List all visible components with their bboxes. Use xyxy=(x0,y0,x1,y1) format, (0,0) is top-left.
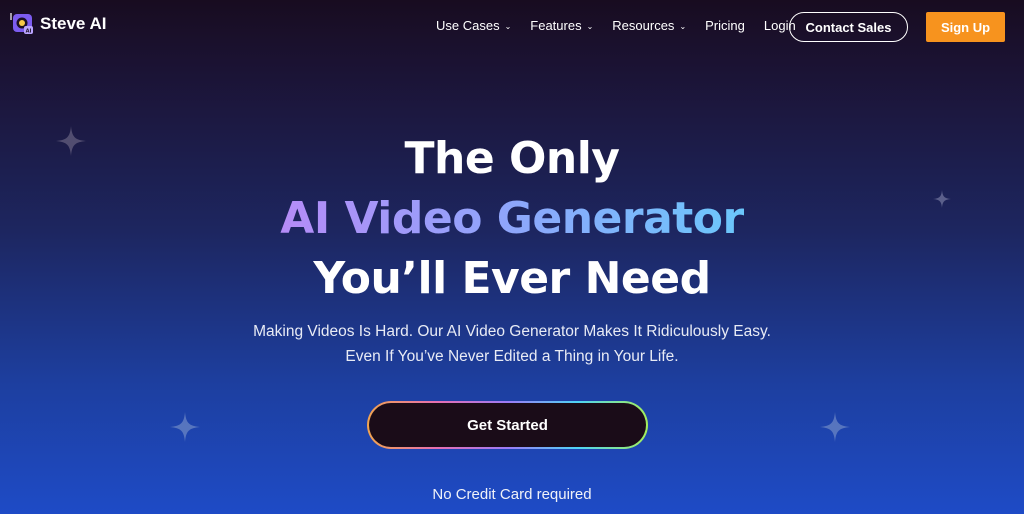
steve-ai-logo-icon: AI xyxy=(10,12,34,36)
hero-title-line-2: AI Video Generator xyxy=(0,197,1024,241)
chevron-down-icon: ⌄ xyxy=(586,22,594,31)
get-started-label: Get Started xyxy=(369,403,646,447)
chevron-down-icon: ⌄ xyxy=(679,22,687,31)
hero-title-line-3: You’ll Ever Need xyxy=(313,253,711,304)
sparkle-icon xyxy=(820,412,850,442)
hero-gradient-text: AI Video Generator xyxy=(280,193,744,244)
brand-logo[interactable]: AI Steve AI xyxy=(10,12,106,36)
contact-sales-button[interactable]: Contact Sales xyxy=(789,12,908,42)
nav-item-use-cases[interactable]: Use Cases ⌄ xyxy=(436,18,511,33)
nav-item-features[interactable]: Features ⌄ xyxy=(530,18,593,33)
nav-item-label: Features xyxy=(530,18,582,33)
nav-item-label: Resources xyxy=(612,18,675,33)
hero-title-line-1: The Only xyxy=(404,133,621,184)
hero-subtitle-2: Even If You’ve Never Edited a Thing in Y… xyxy=(345,348,679,365)
sign-up-button[interactable]: Sign Up xyxy=(926,12,1005,42)
nav-item-pricing[interactable]: Pricing xyxy=(705,18,745,33)
nav-item-label: Use Cases xyxy=(436,18,500,33)
svg-text:AI: AI xyxy=(26,29,32,35)
chevron-down-icon: ⌄ xyxy=(504,22,512,31)
nav-item-label: Pricing xyxy=(705,18,745,33)
hero-subtitle-1: Making Videos Is Hard. Our AI Video Gene… xyxy=(253,323,771,340)
no-credit-card-note: No Credit Card required xyxy=(432,486,592,503)
nav-item-resources[interactable]: Resources ⌄ xyxy=(612,18,686,33)
get-started-button[interactable]: Get Started xyxy=(367,401,648,449)
sparkle-icon xyxy=(170,412,200,442)
brand-name: Steve AI xyxy=(40,14,107,33)
top-nav: AI Steve AI Use Cases ⌄ Features ⌄ Resou… xyxy=(0,0,1024,56)
nav-menu: Use Cases ⌄ Features ⌄ Resources ⌄ Prici… xyxy=(436,18,815,33)
